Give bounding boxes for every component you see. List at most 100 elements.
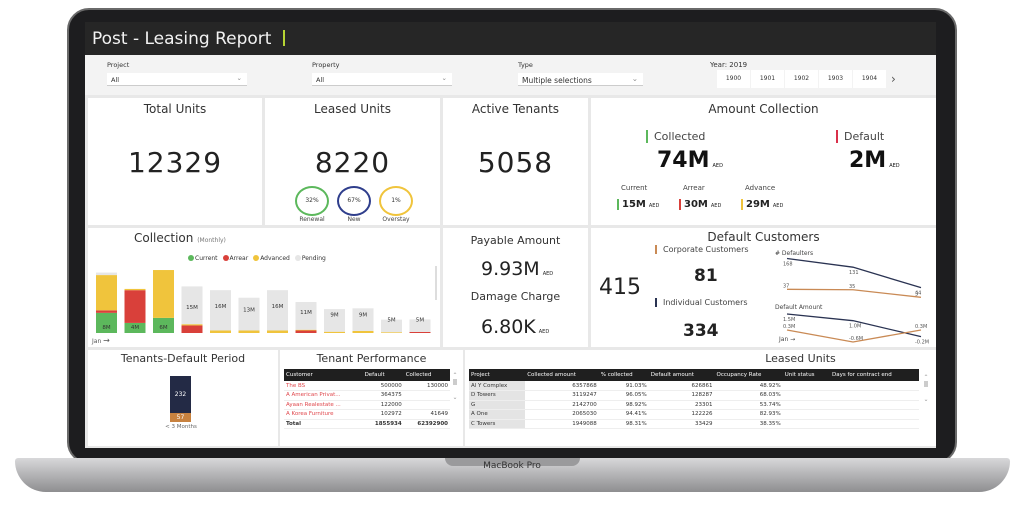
table-cell: 122226 bbox=[648, 409, 715, 420]
total-cell: Total bbox=[284, 418, 363, 429]
bar-advanced bbox=[352, 330, 374, 333]
data-label: 15M bbox=[186, 305, 198, 311]
bar-pending bbox=[267, 290, 288, 331]
table-cell bbox=[782, 409, 830, 420]
data-label: 13M bbox=[243, 308, 255, 314]
table-cell: 33429 bbox=[648, 419, 715, 429]
project-filter[interactable]: Project All ⌄ bbox=[107, 61, 247, 86]
card-title: Amount Collection bbox=[708, 102, 819, 116]
property-select[interactable]: All ⌄ bbox=[312, 73, 452, 86]
table-row[interactable]: D Towers 3119247 96.05% 128287 68.03% bbox=[469, 390, 919, 401]
column-header[interactable]: Customer bbox=[284, 369, 363, 381]
table-cell: 91.03% bbox=[598, 381, 649, 391]
title-accent bbox=[283, 30, 286, 46]
table-cell: 68.03% bbox=[714, 390, 783, 401]
table-cell: G bbox=[469, 400, 526, 410]
currency-unit: AED bbox=[712, 163, 723, 169]
currency-unit: AED bbox=[542, 271, 554, 277]
ring-new: 67% bbox=[337, 186, 371, 216]
x-axis-start: Jan bbox=[92, 338, 102, 345]
collected-amount: 74M bbox=[657, 148, 710, 173]
data-label: 11M bbox=[300, 310, 312, 316]
payable-card: Payable Amount 9.93M AED Damage Charge 6.… bbox=[443, 228, 588, 347]
type-filter[interactable]: Type Multiple selections ⌄ bbox=[518, 61, 643, 86]
column-header[interactable]: Collected bbox=[403, 369, 450, 381]
sparkline-corporate bbox=[786, 288, 922, 298]
point-label: 0.3M bbox=[915, 324, 927, 330]
data-label: 16M bbox=[215, 304, 227, 310]
column-header[interactable]: Collected amount bbox=[525, 369, 599, 381]
year-option[interactable]: 1902 bbox=[785, 70, 818, 88]
table-cell: 2142700 bbox=[525, 400, 599, 410]
year-option[interactable]: 1904 bbox=[853, 70, 886, 88]
point-label: 37 bbox=[783, 283, 789, 289]
table-row[interactable]: Al Y Complex 6357868 91.03% 626861 48.92% bbox=[469, 381, 919, 391]
dashboard-screen: Post - Leasing Report Project All ⌄ Proper… bbox=[85, 22, 936, 448]
year-option[interactable]: 1900 bbox=[717, 70, 750, 88]
table-header: Project Collected amount% collected Defaul… bbox=[469, 369, 919, 381]
tenant-performance-card: Tenant Performance Customer Default Collec… bbox=[280, 350, 463, 446]
scrollbar[interactable]: ⌃ ⌄ bbox=[452, 372, 458, 401]
table-cell: Al Y Complex bbox=[469, 381, 526, 391]
column-header[interactable]: Occupancy Rate bbox=[714, 369, 783, 381]
point-label: -0.6M bbox=[849, 336, 863, 342]
default-sparklines: 1681314437 3531.5M1.0M-0.2M0.3M-0.6M0.3M bbox=[783, 257, 929, 346]
table-cell: 626861 bbox=[648, 381, 715, 391]
bar-arrear bbox=[181, 325, 203, 333]
damage-value: 6.80K AED bbox=[481, 316, 549, 338]
card-title: Tenant Performance bbox=[316, 352, 427, 365]
year-slicer: 1900 1901 1902 1903 1904 › bbox=[717, 70, 896, 88]
bar-pending bbox=[96, 272, 117, 276]
bar-arrear bbox=[295, 330, 317, 333]
table-cell bbox=[829, 381, 919, 391]
year-option[interactable]: 1903 bbox=[819, 70, 852, 88]
table-row[interactable]: The BS 500000 130000 bbox=[284, 381, 450, 391]
arrow-right-icon[interactable]: → bbox=[103, 336, 110, 345]
data-label: 9M bbox=[359, 313, 367, 319]
table-cell: 1949088 bbox=[525, 419, 599, 429]
page-title: Post - Leasing Report bbox=[92, 29, 272, 49]
bar-advanced bbox=[381, 332, 402, 333]
data-label: 16M bbox=[272, 304, 284, 310]
tenants-default-card: Tenants-Default Period 232 57 < 3 Months bbox=[88, 350, 278, 446]
type-select[interactable]: Multiple selections ⌄ bbox=[518, 73, 643, 86]
bar-advanced bbox=[267, 330, 288, 333]
table-cell: 48.92% bbox=[714, 381, 783, 391]
arrow-right-icon[interactable]: → bbox=[790, 336, 795, 343]
data-label: 6M bbox=[159, 325, 167, 331]
table-row[interactable]: A Korea Furniture 102972 41649 bbox=[284, 409, 450, 420]
default-value: 2M AED bbox=[849, 148, 900, 173]
bar-category: < 3 Months bbox=[165, 424, 197, 430]
table-cell: A One bbox=[469, 409, 526, 420]
column-header[interactable]: Default bbox=[362, 369, 404, 381]
table-row[interactable]: A One 2065030 94.41% 122226 82.93% bbox=[469, 409, 919, 420]
column-header[interactable]: Days for contract end bbox=[829, 369, 919, 381]
tenant-performance-table: Customer Default Collected The BS 500000 1300… bbox=[284, 369, 450, 429]
property-filter[interactable]: Property All ⌄ bbox=[312, 61, 452, 86]
damage-amount: 6.80K bbox=[481, 316, 536, 338]
column-header[interactable]: Unit status bbox=[782, 369, 830, 381]
bar-pending bbox=[210, 290, 231, 331]
scrollbar[interactable]: ⌃ ⌄ bbox=[923, 374, 929, 403]
breakdown-value: 15M bbox=[622, 199, 646, 210]
column-header[interactable]: Default amount bbox=[648, 369, 715, 381]
collection-chart-card: Collection (Monthly) Current Arrear Advanc… bbox=[88, 228, 440, 347]
bar-advanced bbox=[181, 324, 203, 326]
point-label: 1.5M bbox=[783, 317, 795, 323]
table-row[interactable]: Ayaan Realestate ... 122000 bbox=[284, 400, 450, 410]
project-select[interactable]: All ⌄ bbox=[107, 73, 247, 86]
x-axis-label: Jan → bbox=[92, 336, 110, 345]
damage-title: Damage Charge bbox=[470, 290, 561, 303]
column-header[interactable]: Project bbox=[469, 369, 526, 381]
table-row[interactable]: G 2142700 98.92% 23301 53.74% bbox=[469, 400, 919, 410]
table-row[interactable]: A American Privat... 364375 bbox=[284, 390, 450, 401]
table-row[interactable]: C Towers 1949088 98.31% 33429 38.35% bbox=[469, 419, 919, 429]
table-cell: 2065030 bbox=[525, 409, 599, 420]
column-header[interactable]: % collected bbox=[598, 369, 649, 381]
year-option[interactable]: 1901 bbox=[751, 70, 784, 88]
table-cell: 128287 bbox=[648, 390, 715, 401]
collected-value: 74M AED bbox=[657, 148, 723, 173]
total-cell: 1855934 bbox=[362, 418, 404, 429]
currency-unit: AED bbox=[648, 203, 660, 209]
chevron-right-icon[interactable]: › bbox=[891, 70, 896, 88]
